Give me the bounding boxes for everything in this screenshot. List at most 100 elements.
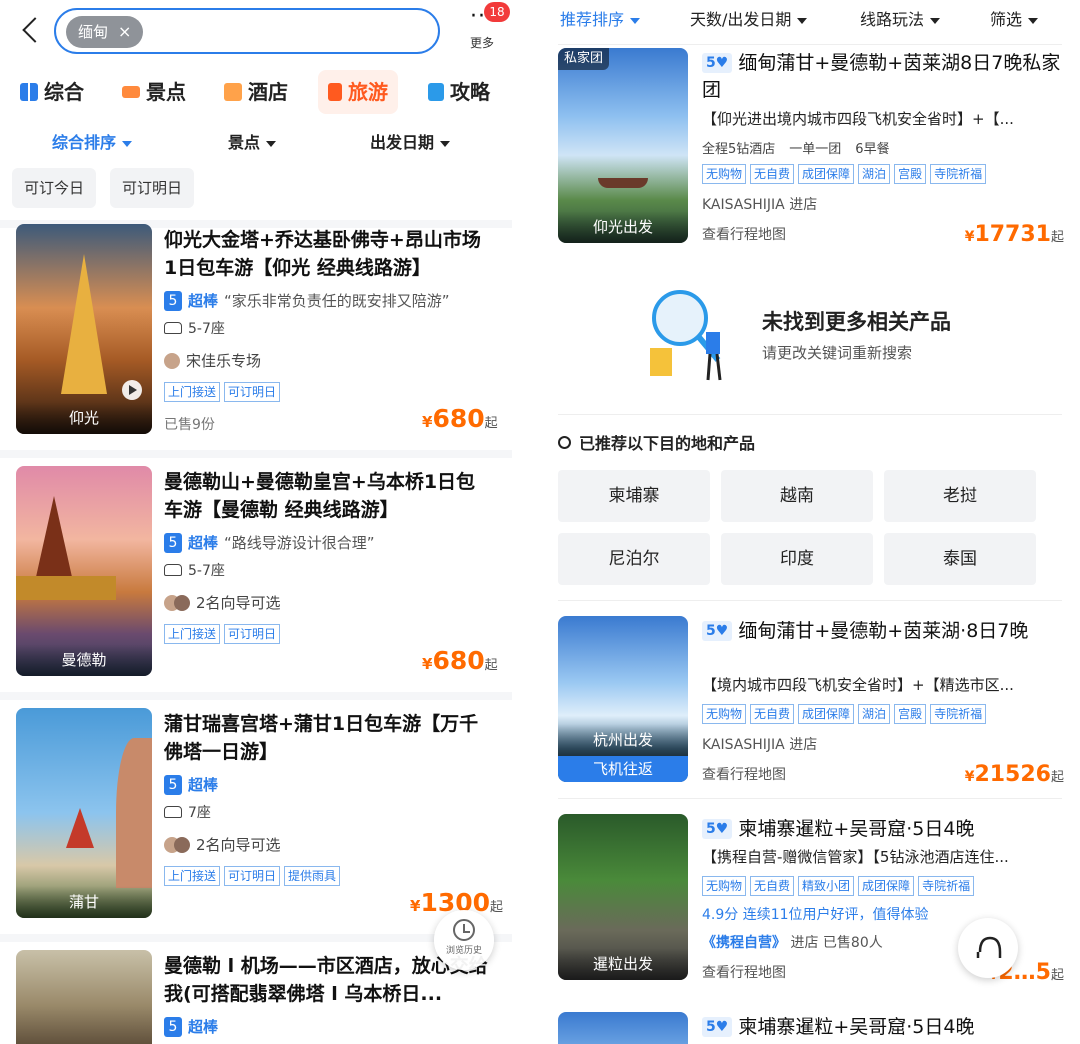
currency: ¥ (410, 897, 421, 915)
tag: 可订明日 (224, 624, 281, 644)
private-tour-label: 私家团 (558, 48, 610, 70)
tab-hotel[interactable]: 酒店 (224, 70, 288, 114)
sort-comprehensive-label: 综合排序 (52, 133, 117, 152)
card-separator (0, 450, 512, 458)
sold-count: 已售9份 (164, 417, 215, 433)
car-icon (164, 806, 182, 818)
grid-icon (20, 83, 38, 101)
product-tags: 上门接送 可订明日 提供雨具 (164, 866, 341, 886)
filter-button[interactable]: 筛选 (990, 8, 1039, 32)
product-price: ¥21526起 (965, 762, 1064, 787)
destination-chip[interactable]: 越南 (721, 470, 873, 522)
destination-chip[interactable]: 尼泊尔 (558, 533, 710, 585)
product-title-text: 柬埔寨暹粒+吴哥窟·5日4晚 (738, 1016, 975, 1038)
tab-sights[interactable]: 景点 (122, 70, 186, 114)
product-title: 5♥ 柬埔寨暹粒+吴哥窟·5日4晚 (702, 1014, 1068, 1041)
product-rating: 5 超棒 “路线导游设计很合理” (164, 532, 375, 553)
filter-label: 筛选 (990, 10, 1023, 29)
back-arrow-icon[interactable] (18, 12, 46, 48)
guide-count: 2名向导可选 (196, 594, 281, 612)
shop-link[interactable]: KAISASHIJIA 进店 (702, 194, 817, 214)
tag: 宫殿 (894, 704, 927, 724)
tag: 无购物 (702, 164, 747, 184)
product-card[interactable]: 蒲甘 蒲甘瑞喜宫塔+蒲甘1日包车游【万千佛塔一日游】 5 超棒 7座 2名向导可… (0, 708, 512, 932)
palace-tower-shape (34, 496, 74, 586)
filter-book-today[interactable]: 可订今日 (12, 168, 97, 208)
search-illustration-icon (650, 290, 722, 381)
view-map-link[interactable]: 查看行程地图 (702, 764, 786, 784)
sort-recommended[interactable]: 推荐排序 (560, 8, 641, 32)
product-card[interactable]: 5♥ 柬埔寨暹粒+吴哥窟·5日4晚 (540, 1012, 1080, 1044)
tag: 湖泊 (858, 164, 891, 184)
product-title: 仰光大金塔+乔达基卧佛寺+昂山市场1日包车游【仰光 经典线路游】 (164, 229, 481, 279)
diamond-rating-badge: 5♥ (702, 621, 733, 641)
product-image: 私家团 仰光出发 (558, 48, 688, 243)
sort-departure-date[interactable]: 出发日期 (370, 128, 451, 158)
shop-link[interactable]: 《携程自营》 进店 已售80人 (702, 932, 883, 952)
chip-close-icon[interactable]: × (118, 16, 131, 48)
product-image: 曼德勒 (16, 466, 152, 676)
price-suffix: 起 (1050, 770, 1064, 785)
tag: 寺院祈福 (918, 876, 975, 896)
quick-filters: 可订今日 可订明日 (12, 168, 195, 208)
filter-book-tomorrow[interactable]: 可订明日 (110, 168, 195, 208)
destination-chip[interactable]: 泰国 (884, 533, 1036, 585)
divider (558, 44, 1062, 45)
seat-count: 5-7座 (188, 321, 225, 337)
product-rating: 5 超棒 “家乐非常负责任的既安排又陪游” (164, 290, 450, 311)
sold-count: 已售80人 (822, 935, 883, 951)
shop-link[interactable]: KAISASHIJIA 进店 (702, 734, 817, 754)
sort-days-date[interactable]: 天数/出发日期 (690, 8, 808, 32)
stupa-shape (116, 738, 152, 888)
customer-service-button[interactable] (958, 918, 1018, 978)
price-suffix: 起 (1050, 968, 1064, 983)
view-map-link[interactable]: 查看行程地图 (702, 224, 786, 244)
avatar (164, 352, 180, 369)
product-card[interactable]: 仰光 仰光大金塔+乔达基卧佛寺+昂山市场1日包车游【仰光 经典线路游】 5 超棒… (0, 224, 512, 448)
search-input[interactable]: 缅甸 × (54, 8, 440, 54)
product-rating: 5 超棒 (164, 774, 218, 795)
product-card[interactable]: 私家团 仰光出发 5♥ 缅甸蒲甘+曼德勒+茵莱湖8日7晚私家团 【仰光进出境内城市… (540, 48, 1080, 258)
product-image (16, 950, 152, 1044)
destination-chip[interactable]: 老挝 (884, 470, 1036, 522)
price-value: 17731 (974, 222, 1051, 247)
tab-travel[interactable]: 旅游 (318, 70, 398, 114)
sort-days-label: 天数/出发日期 (690, 10, 792, 29)
play-video-icon[interactable] (122, 380, 142, 400)
car-icon (164, 322, 182, 334)
review-summary: 4.9分 连续11位用户好评，值得体验 (702, 907, 929, 923)
tag: 上门接送 (164, 624, 221, 644)
search-icon (558, 435, 571, 449)
product-image: 仰光 (16, 224, 152, 434)
seat-count: 7座 (188, 805, 211, 821)
search-keyword-chip[interactable]: 缅甸 × (66, 16, 144, 48)
tag: 无购物 (702, 704, 747, 724)
product-card[interactable]: 杭州出发 飞机往返 5♥ 缅甸蒲甘+曼德勒+茵莱湖·8日7晚 【境内城市四段飞机安… (540, 616, 1080, 796)
product-card[interactable]: 曼德勒 曼德勒山+曼德勒皇宫+乌本桥1日包车游【曼德勒 经典线路游】 5 超棒 … (0, 466, 512, 690)
product-subtitle: 【携程自营-赠微信管家】【5钻泳池酒店连住... (702, 848, 1009, 866)
sort-sights[interactable]: 景点 (228, 128, 277, 158)
palace-wall-shape (16, 576, 116, 600)
image-departure-caption: 暹粒出发 (558, 948, 688, 980)
tag: 湖泊 (858, 704, 891, 724)
tag: 无自费 (750, 164, 795, 184)
browse-history-label: 浏览历史 (445, 946, 482, 956)
rating-score: 5 (164, 290, 182, 311)
tab-guides[interactable]: 攻略 (428, 70, 490, 114)
guide-name: 宋佳乐专场 (186, 352, 262, 370)
destination-chip[interactable]: 印度 (721, 533, 873, 585)
clock-icon (453, 919, 475, 941)
destination-chip[interactable]: 柬埔寨 (558, 470, 710, 522)
view-map-link[interactable]: 查看行程地图 (702, 962, 786, 982)
product-title: 曼德勒山+曼德勒皇宫+乌本桥1日包车游【曼德勒 经典线路游】 (164, 471, 476, 521)
tab-all[interactable]: 综合 (20, 70, 84, 114)
recommendation-header: 已推荐以下目的地和产品 (558, 430, 755, 454)
browse-history-button[interactable]: 浏览历史 (434, 910, 494, 970)
tab-hotel-label: 酒店 (248, 80, 288, 104)
product-card[interactable]: 曼德勒 l 机场——市区酒店，放心交给我(可搭配翡翠佛塔 l 乌本桥日... 5… (0, 950, 512, 1044)
diamond-rating-badge: 5♥ (702, 819, 733, 839)
tag: 无自费 (750, 876, 795, 896)
sort-comprehensive[interactable]: 综合排序 (52, 128, 133, 158)
sort-route-style[interactable]: 线路玩法 (860, 8, 941, 32)
image-departure-caption: 杭州出发 (558, 724, 688, 756)
